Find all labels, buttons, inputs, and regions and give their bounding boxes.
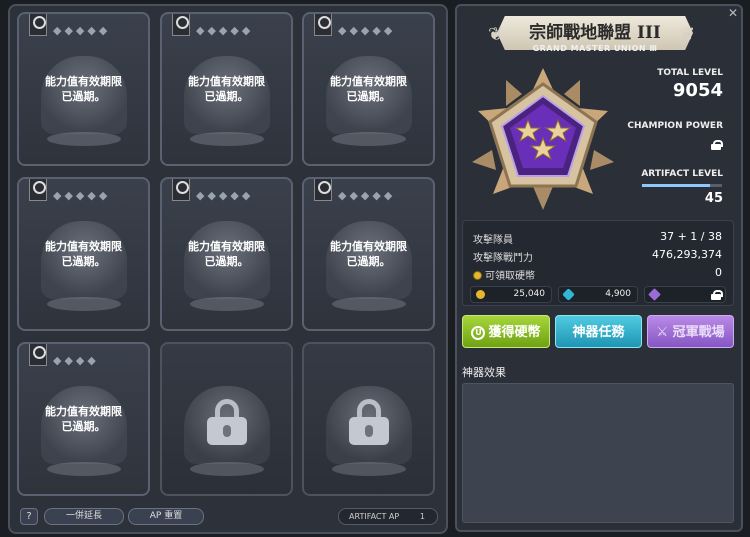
- power-label: 攻擊隊戰鬥力: [473, 253, 533, 264]
- clock-icon: [29, 14, 47, 36]
- expired-text: 能力值有效期限 已過期。: [45, 405, 122, 433]
- champion-battle-button[interactable]: ⚔ 冠軍戰場: [647, 315, 734, 348]
- artifact-stars: ◆◆◆◆◆: [338, 189, 396, 202]
- purple-resource: [644, 286, 726, 303]
- champion-power-label: CHAMPION POWER: [627, 121, 723, 131]
- gold-resource-value: 25,040: [513, 289, 546, 299]
- union-coin-icon: U: [471, 326, 486, 340]
- artifact-level-label: ARTIFACT LEVEL: [641, 169, 723, 179]
- expired-text: 能力值有效期限 已過期。: [188, 75, 265, 103]
- members-label: 攻擊隊員: [473, 235, 513, 246]
- champion-battle-label: 冠軍戰場: [672, 325, 725, 340]
- union-subtitle: GRAND MASTER UNION Ⅲ: [532, 44, 658, 53]
- expired-text: 能力值有效期限 已過期。: [330, 75, 407, 103]
- artifact-pedestal: [47, 462, 121, 476]
- get-coins-label: 獲得硬幣: [488, 325, 541, 340]
- gold-resource: 25,040: [470, 286, 552, 303]
- artifact-card[interactable]: ◆◆◆◆◆ 能力值有效期限 已過期。: [160, 177, 293, 331]
- clock-icon: [172, 179, 190, 201]
- artifact-stars: ◆◆◆◆: [53, 354, 99, 367]
- clock-icon: [314, 14, 332, 36]
- artifact-ap-label: ARTIFACT AP: [349, 512, 400, 521]
- artifact-pedestal: [190, 297, 264, 311]
- artifact-stars: ◆◆◆◆◆: [53, 189, 111, 202]
- gold-coin-icon: [476, 290, 485, 299]
- artifact-card[interactable]: ◆◆◆◆◆ 能力值有效期限 已過期。: [302, 177, 435, 331]
- artifact-ap-value: 1: [419, 512, 425, 521]
- artifact-ap-display: ARTIFACT AP 1: [338, 508, 438, 525]
- artifact-level-bar: [642, 184, 722, 187]
- coins-label: 可領取硬幣: [485, 271, 535, 282]
- expired-text: 能力值有效期限 已過期。: [45, 75, 122, 103]
- expired-text: 能力值有效期限 已過期。: [330, 240, 407, 268]
- cyan-gem-icon: [562, 288, 575, 301]
- artifact-level-bar-fill: [642, 184, 710, 187]
- total-level-label: TOTAL LEVEL: [657, 68, 723, 78]
- expired-text: 能力值有效期限 已過期。: [188, 240, 265, 268]
- clock-icon: [29, 179, 47, 201]
- artifact-card[interactable]: [160, 342, 293, 496]
- artifact-card[interactable]: ◆◆◆◆ 能力值有效期限 已過期。: [17, 342, 150, 496]
- artifact-pedestal: [47, 297, 121, 311]
- artifact-card[interactable]: [302, 342, 435, 496]
- lock-icon: [711, 140, 723, 150]
- union-title-text: 宗師戰地聯盟: [529, 23, 632, 43]
- artifact-pedestal: [47, 132, 121, 146]
- artifact-pedestal: [332, 132, 406, 146]
- lock-icon: [711, 290, 723, 300]
- sword-icon: ⚔: [656, 325, 669, 340]
- artifact-pedestal: [190, 132, 264, 146]
- get-coins-button[interactable]: U 獲得硬幣: [462, 315, 550, 348]
- clock-icon: [29, 344, 47, 366]
- close-icon[interactable]: ✕: [728, 6, 738, 20]
- coin-icon: [473, 271, 482, 280]
- clock-icon: [314, 179, 332, 201]
- cyan-resource-value: 4,900: [605, 289, 631, 299]
- artifact-effects-title: 神器效果: [462, 366, 506, 379]
- artifact-stars: ◆◆◆◆◆: [338, 24, 396, 37]
- artifact-card[interactable]: ◆◆◆◆◆ 能力值有效期限 已過期。: [17, 177, 150, 331]
- artifact-quest-button[interactable]: 神器任務: [555, 315, 642, 348]
- artifact-level-value: 45: [704, 191, 723, 206]
- total-level-value: 9054: [672, 80, 723, 101]
- help-button[interactable]: ?: [20, 508, 38, 525]
- coins-value: 0: [715, 266, 722, 279]
- artifact-effects-box: [462, 383, 734, 523]
- artifact-card[interactable]: ◆◆◆◆◆ 能力值有效期限 已過期。: [17, 12, 150, 166]
- expired-text: 能力值有效期限 已過期。: [45, 240, 122, 268]
- artifact-stars: ◆◆◆◆◆: [53, 24, 111, 37]
- extend-all-button[interactable]: 一併延長: [44, 508, 124, 525]
- union-rank-numeral: III: [637, 23, 661, 43]
- coins-row: 可領取硬幣: [473, 267, 535, 282]
- artifact-card[interactable]: ◆◆◆◆◆ 能力值有效期限 已過期。: [160, 12, 293, 166]
- artifact-pedestal: [190, 462, 264, 476]
- artifact-card[interactable]: ◆◆◆◆◆ 能力值有效期限 已過期。: [302, 12, 435, 166]
- padlock-icon: [207, 399, 247, 445]
- ap-reset-button[interactable]: AP 重置: [128, 508, 204, 525]
- union-title: 宗師戰地聯盟 III: [497, 18, 693, 43]
- artifact-stars: ◆◆◆◆◆: [196, 189, 254, 202]
- cyan-resource: 4,900: [558, 286, 638, 303]
- purple-gem-icon: [648, 288, 661, 301]
- power-value: 476,293,374: [652, 248, 722, 261]
- members-value: 37 + 1 / 38: [660, 230, 722, 243]
- padlock-icon: [349, 399, 389, 445]
- clock-icon: [172, 14, 190, 36]
- artifact-stars: ◆◆◆◆◆: [196, 24, 254, 37]
- artifact-pedestal: [332, 297, 406, 311]
- union-rank-emblem: [472, 68, 614, 210]
- artifact-pedestal: [332, 462, 406, 476]
